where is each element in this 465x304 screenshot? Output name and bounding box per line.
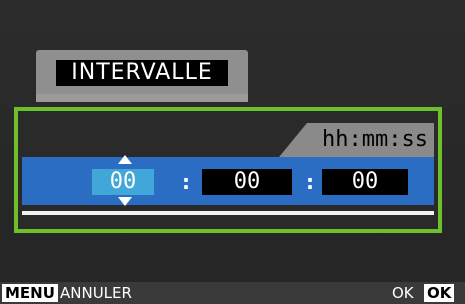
interval-setting-panel: hh:mm:ss 00 : 00 : 00 bbox=[14, 107, 442, 233]
minutes-field[interactable]: 00 bbox=[202, 169, 292, 195]
cancel-label: ANNULER bbox=[60, 284, 132, 302]
title-underline bbox=[36, 94, 248, 102]
camera-screen: INTERVALLE hh:mm:ss 00 : 00 : 00 MENU AN… bbox=[0, 0, 465, 304]
footer-bar: MENU ANNULER OK OK bbox=[0, 282, 465, 304]
hours-field[interactable]: 00 bbox=[92, 169, 154, 195]
ok-label: OK bbox=[392, 284, 414, 302]
title-tab: INTERVALLE bbox=[36, 50, 248, 102]
increment-arrow-icon[interactable] bbox=[118, 155, 132, 164]
decrement-arrow-icon[interactable] bbox=[118, 197, 132, 206]
time-entry-row: 00 : 00 : 00 bbox=[22, 155, 434, 206]
divider-line bbox=[22, 211, 434, 215]
ok-key[interactable]: OK bbox=[424, 284, 455, 302]
seconds-field[interactable]: 00 bbox=[322, 169, 408, 195]
menu-key[interactable]: MENU bbox=[2, 284, 58, 302]
separator: : bbox=[182, 170, 190, 194]
time-format-tab: hh:mm:ss bbox=[279, 123, 434, 157]
page-title: INTERVALLE bbox=[56, 60, 228, 86]
separator: : bbox=[306, 170, 314, 194]
time-format-label: hh:mm:ss bbox=[322, 127, 428, 152]
